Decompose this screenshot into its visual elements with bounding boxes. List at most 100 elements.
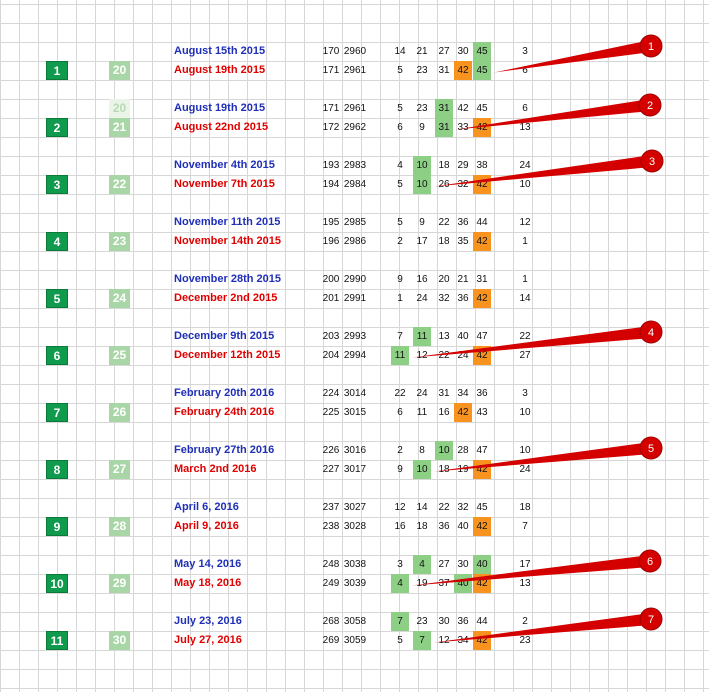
ball-number: 11 bbox=[416, 407, 428, 418]
draw-date: July 23, 2016 bbox=[174, 615, 242, 627]
ball-number: 24 bbox=[416, 388, 428, 399]
draw-id: 2961 bbox=[343, 103, 367, 114]
ball-number: 40 bbox=[457, 521, 469, 532]
bonus-ball: 13 bbox=[519, 578, 531, 589]
ball-number: 3 bbox=[397, 559, 403, 570]
draw-id: 2961 bbox=[343, 65, 367, 76]
ball-number: 18 bbox=[438, 464, 450, 475]
ball-number: 30 bbox=[457, 46, 469, 57]
ball-number: 9 bbox=[397, 464, 403, 475]
spreadsheet-grid: 1 20 August 15th 2015 170 2960 14 21 27 30 45 3 Aug… bbox=[0, 0, 709, 692]
ball-number: 47 bbox=[476, 331, 488, 342]
bonus-ball: 10 bbox=[519, 407, 531, 418]
draw-date: April 6, 2016 bbox=[174, 501, 239, 513]
ball-number: 32 bbox=[457, 179, 469, 190]
draw-date: November 28th 2015 bbox=[174, 273, 281, 285]
bonus-ball: 24 bbox=[519, 464, 531, 475]
draw-number: 226 bbox=[322, 445, 340, 456]
ball-number: 30 bbox=[457, 559, 469, 570]
ball-number: 36 bbox=[476, 388, 488, 399]
ball-number: 13 bbox=[438, 331, 450, 342]
ball-number: 10 bbox=[435, 441, 453, 460]
ball-number: 44 bbox=[476, 616, 488, 627]
draw-id: 3058 bbox=[343, 616, 367, 627]
bonus-ball: 18 bbox=[519, 502, 531, 513]
sub-counter: 30 bbox=[109, 631, 130, 650]
ball-number: 36 bbox=[457, 293, 469, 304]
bonus-ball: 1 bbox=[522, 236, 528, 247]
ball-number: 21 bbox=[416, 46, 428, 57]
draw-number: 194 bbox=[322, 179, 340, 190]
draw-number: 224 bbox=[322, 388, 340, 399]
bonus-ball: 24 bbox=[519, 160, 531, 171]
sub-counter: 23 bbox=[109, 232, 130, 251]
ball-number: 40 bbox=[457, 331, 469, 342]
group-index-badge: 4 bbox=[46, 232, 68, 251]
ball-number: 5 bbox=[397, 179, 403, 190]
group-index-badge: 6 bbox=[46, 346, 68, 365]
draw-date: November 14th 2015 bbox=[174, 235, 281, 247]
sub-counter: 28 bbox=[109, 517, 130, 536]
draw-date: November 11th 2015 bbox=[174, 216, 281, 228]
ball-number: 45 bbox=[473, 61, 491, 80]
ball-number: 22 bbox=[438, 502, 450, 513]
draw-id: 3015 bbox=[343, 407, 367, 418]
bonus-ball: 7 bbox=[522, 521, 528, 532]
ball-number: 1 bbox=[397, 293, 403, 304]
bonus-ball: 10 bbox=[519, 445, 531, 456]
draw-id: 2991 bbox=[343, 293, 367, 304]
sub-counter: 22 bbox=[109, 175, 130, 194]
sub-counter-top: 20 bbox=[109, 99, 130, 118]
draw-date: February 20th 2016 bbox=[174, 387, 275, 399]
ball-number: 4 bbox=[397, 160, 403, 171]
draw-number: 171 bbox=[322, 103, 340, 114]
ball-number: 42 bbox=[473, 289, 491, 308]
ball-number: 42 bbox=[457, 103, 469, 114]
ball-number: 47 bbox=[476, 445, 488, 456]
draw-number: 204 bbox=[322, 350, 340, 361]
ball-number: 19 bbox=[416, 578, 428, 589]
draw-id: 2984 bbox=[343, 179, 367, 190]
ball-number: 42 bbox=[473, 346, 491, 365]
ball-number: 20 bbox=[438, 274, 450, 285]
ball-number: 26 bbox=[438, 179, 450, 190]
ball-number: 6 bbox=[397, 407, 403, 418]
draw-date: November 7th 2015 bbox=[174, 178, 275, 190]
group-index-badge: 8 bbox=[46, 460, 68, 479]
bonus-ball: 27 bbox=[519, 350, 531, 361]
draw-id: 3017 bbox=[343, 464, 367, 475]
ball-number: 12 bbox=[438, 635, 450, 646]
draw-number: 170 bbox=[322, 46, 340, 57]
ball-number: 18 bbox=[416, 521, 428, 532]
group-index-badge: 5 bbox=[46, 289, 68, 308]
group-index-badge: 2 bbox=[46, 118, 68, 137]
bonus-ball: 3 bbox=[522, 46, 528, 57]
sub-counter: 20 bbox=[109, 61, 130, 80]
draw-id: 2990 bbox=[343, 274, 367, 285]
sub-counter: 27 bbox=[109, 460, 130, 479]
draw-id: 3038 bbox=[343, 559, 367, 570]
ball-number: 31 bbox=[435, 99, 453, 118]
bonus-ball: 12 bbox=[519, 217, 531, 228]
draw-id: 2962 bbox=[343, 122, 367, 133]
draw-number: 172 bbox=[322, 122, 340, 133]
ball-number: 10 bbox=[413, 460, 431, 479]
group-index-badge: 10 bbox=[46, 574, 68, 593]
draw-date: August 15th 2015 bbox=[174, 45, 266, 57]
draw-id: 2985 bbox=[343, 217, 367, 228]
draw-date: December 9th 2015 bbox=[174, 330, 275, 342]
ball-number: 31 bbox=[438, 65, 450, 76]
draw-id: 3014 bbox=[343, 388, 367, 399]
bonus-ball: 23 bbox=[519, 635, 531, 646]
ball-number: 42 bbox=[473, 232, 491, 251]
ball-number: 36 bbox=[438, 521, 450, 532]
bonus-ball: 6 bbox=[522, 65, 528, 76]
draw-date: December 12th 2015 bbox=[174, 349, 281, 361]
draw-date: December 2nd 2015 bbox=[174, 292, 278, 304]
ball-number: 34 bbox=[457, 635, 469, 646]
ball-number: 42 bbox=[473, 118, 491, 137]
sub-counter: 21 bbox=[109, 118, 130, 137]
draw-id: 2986 bbox=[343, 236, 367, 247]
ball-number: 38 bbox=[476, 160, 488, 171]
ball-number: 16 bbox=[416, 274, 428, 285]
